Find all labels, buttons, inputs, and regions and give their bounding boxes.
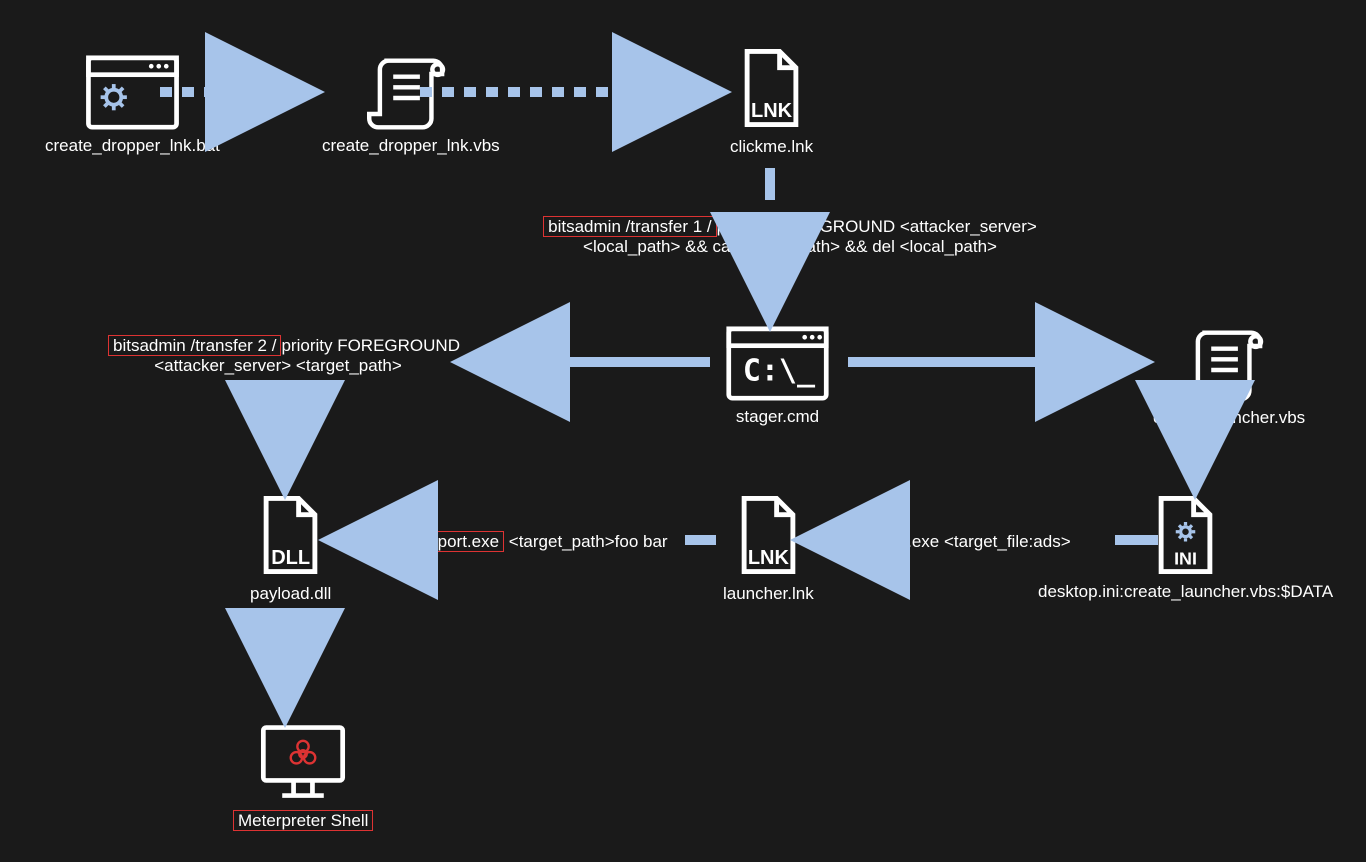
arrows-layer bbox=[0, 0, 1366, 862]
